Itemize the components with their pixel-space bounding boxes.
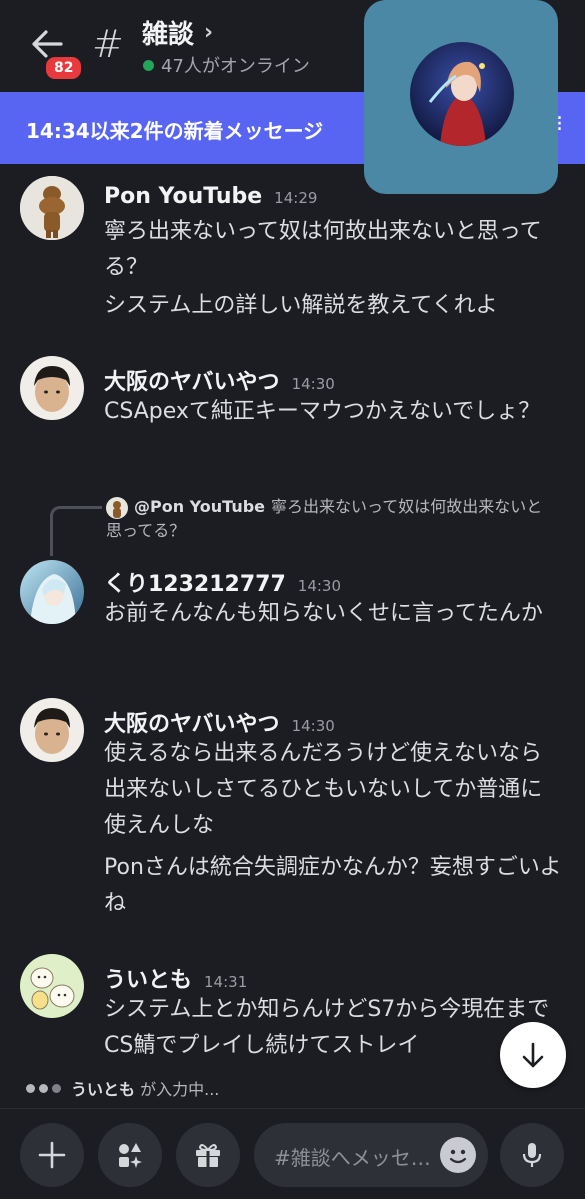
message-author[interactable]: くり123212777 14:30 bbox=[104, 566, 341, 598]
message-text: お前そんなんも知らないくせに言ってたんか bbox=[104, 601, 543, 626]
avatar[interactable] bbox=[20, 954, 84, 1018]
message-input-placeholder: #雑談へメッセージを送信 bbox=[274, 1146, 434, 1170]
person-photo-icon bbox=[20, 698, 84, 762]
author-name: くり123212777 bbox=[104, 572, 286, 597]
message-text: 使えるなら出来るんだろうけど使えないなら出来ないしさてるひともいないしてか普通に… bbox=[104, 741, 543, 838]
hash-icon: # bbox=[92, 22, 124, 66]
author-name: Pon YouTube bbox=[104, 184, 263, 209]
apps-button[interactable] bbox=[98, 1123, 162, 1187]
message-time: 14:29 bbox=[274, 189, 318, 207]
anime-avatar-icon bbox=[20, 560, 84, 624]
message-author[interactable]: 大阪のヤバいやつ 14:30 bbox=[104, 706, 335, 738]
reply-connector bbox=[50, 506, 102, 556]
avatar[interactable] bbox=[20, 698, 84, 762]
channel-name: 雑談 bbox=[142, 20, 195, 50]
composer-bar: #雑談へメッセージを送信 bbox=[0, 1108, 585, 1199]
channel-title[interactable]: 雑談 › bbox=[142, 14, 213, 51]
poop-figure-icon bbox=[106, 496, 128, 519]
reply-author: @Pon YouTube bbox=[134, 497, 266, 516]
video-pip-overlay[interactable] bbox=[364, 0, 558, 194]
reply-avatar bbox=[106, 496, 128, 519]
message-time: 14:31 bbox=[204, 973, 248, 991]
typing-dots-icon bbox=[26, 1083, 61, 1093]
pip-avatar bbox=[410, 42, 514, 146]
author-name: 大阪のヤバいやつ bbox=[104, 712, 280, 737]
reply-preview[interactable]: @Pon YouTube 寧ろ出来ないって奴は何故出来ないと思ってる？ bbox=[106, 495, 556, 542]
message-author[interactable]: 大阪のヤバいやつ 14:30 bbox=[104, 364, 335, 396]
anime-avatar-icon bbox=[410, 42, 514, 146]
online-count: 47人がオンライン bbox=[161, 56, 310, 77]
new-messages-text: 14:34以来2件の新着メッセージ bbox=[26, 119, 324, 143]
gift-icon bbox=[196, 1144, 220, 1167]
message-text: 寧ろ出来ないって奴は何故出来ないと思ってる？ bbox=[104, 219, 542, 280]
avatar[interactable] bbox=[20, 356, 84, 420]
message-time: 14:30 bbox=[291, 375, 335, 393]
person-photo-icon bbox=[20, 356, 84, 420]
avatar[interactable] bbox=[20, 176, 84, 240]
typing-user: ういとも bbox=[71, 1080, 136, 1099]
mic-icon bbox=[522, 1143, 542, 1167]
message-time: 14:30 bbox=[291, 717, 335, 735]
unread-badge: 82 bbox=[43, 54, 85, 82]
message-text: システム上とか知らんけどS7から今現在までCS鯖でプレイし続けてストレイ bbox=[104, 997, 550, 1058]
scroll-to-bottom-button[interactable] bbox=[500, 1022, 566, 1088]
apps-icon bbox=[119, 1143, 142, 1168]
message-author[interactable]: Pon YouTube 14:29 bbox=[104, 184, 317, 209]
add-attachment-button[interactable] bbox=[20, 1123, 84, 1187]
avatar[interactable] bbox=[20, 560, 84, 624]
message-input[interactable]: #雑談へメッセージを送信 bbox=[254, 1123, 488, 1187]
typing-text: ういとも が入力中... bbox=[71, 1076, 219, 1100]
author-name: ういとも bbox=[104, 968, 193, 993]
arrow-down-icon bbox=[522, 1042, 544, 1068]
typing-suffix: が入力中... bbox=[140, 1080, 220, 1099]
online-status: 47人がオンライン bbox=[143, 52, 310, 78]
voice-message-button[interactable] bbox=[500, 1123, 564, 1187]
message-time: 14:30 bbox=[297, 577, 342, 595]
online-dot-icon bbox=[143, 59, 154, 71]
author-name: 大阪のヤバいやつ bbox=[104, 370, 280, 395]
cute-characters-icon bbox=[20, 954, 84, 1018]
message-text: Ponさんは統合失調症かなんか？妄想すごいよね bbox=[104, 855, 562, 916]
message-author[interactable]: ういとも 14:31 bbox=[104, 962, 247, 994]
emoji-icon bbox=[449, 1149, 467, 1164]
message-text: CSApexて純正キーマウつかえないでしょ？ bbox=[104, 399, 541, 424]
poop-figure-icon bbox=[20, 176, 84, 240]
typing-indicator: ういとも が入力中... bbox=[26, 1076, 219, 1100]
emoji-button[interactable] bbox=[440, 1137, 476, 1173]
chevron-right-icon: › bbox=[204, 20, 214, 45]
plus-icon bbox=[38, 1141, 66, 1169]
message-text: システム上の詳しい解説を教えてくれよ bbox=[104, 293, 498, 318]
gift-button[interactable] bbox=[176, 1123, 240, 1187]
